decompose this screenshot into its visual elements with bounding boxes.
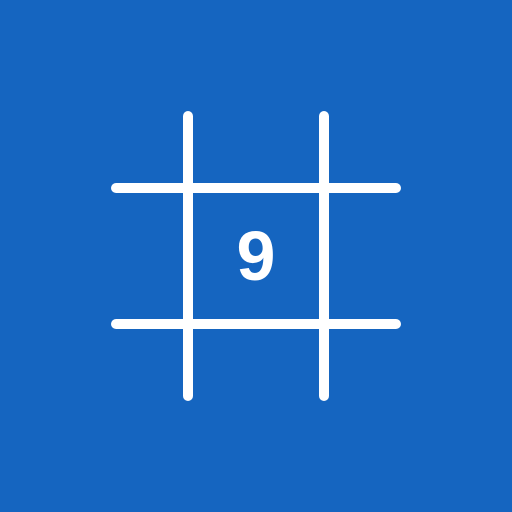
center-cell-digit: 9 [236, 217, 276, 295]
